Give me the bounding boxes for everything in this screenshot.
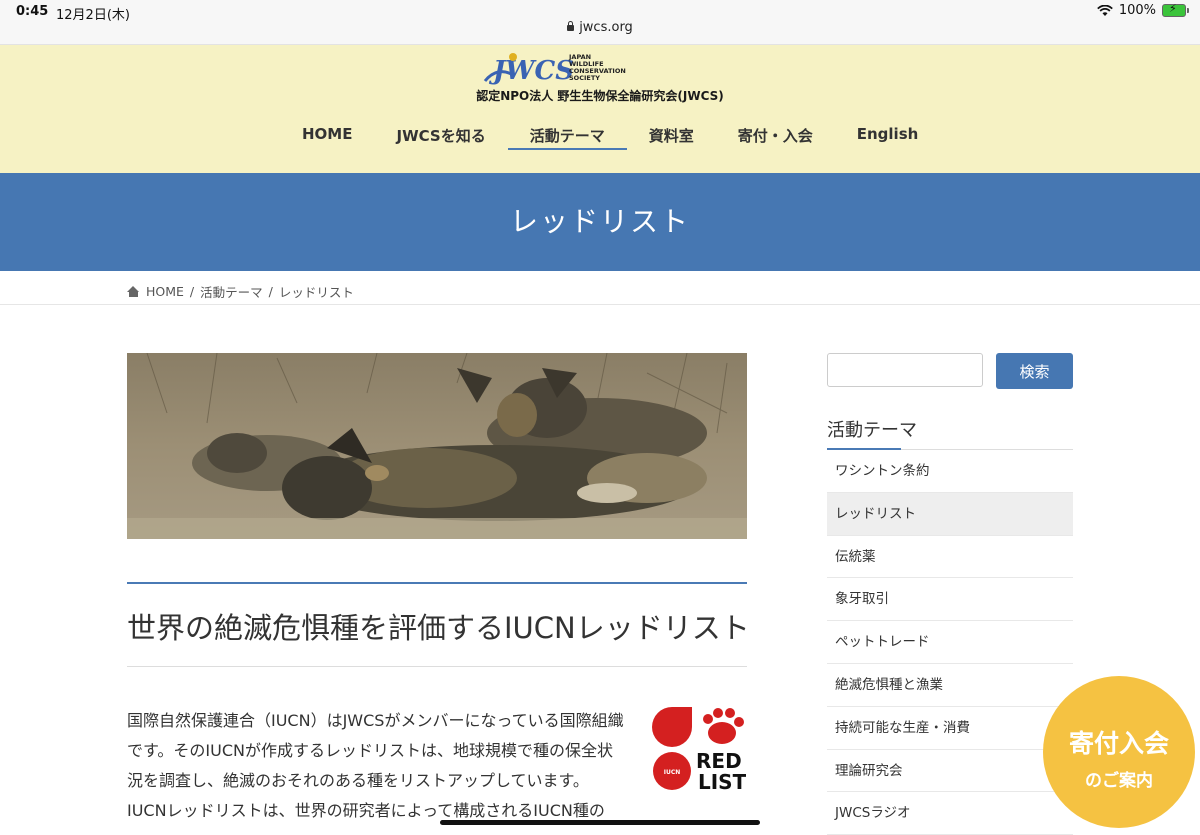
donate-line1: 寄付入会	[1068, 729, 1169, 758]
sidebar-menu: ワシントン条約 レッドリスト 伝統薬 象牙取引 ペットトレード 絶滅危惧種と漁業…	[827, 450, 1073, 835]
search-input[interactable]	[827, 353, 983, 387]
status-time: 0:45	[16, 4, 49, 19]
article-body: 国際自然保護連合（IUCN）はJWCSがメンバーになっている国際組織です。そのI…	[127, 711, 624, 820]
battery-percent: 100%	[1118, 3, 1156, 18]
svg-text:JWCS: JWCS	[488, 56, 574, 85]
breadcrumb: HOME / 活動テーマ / レッドリスト	[127, 282, 354, 301]
nav-about[interactable]: JWCSを知る	[374, 117, 507, 150]
svg-text:LIST: LIST	[698, 770, 746, 793]
org-name: 認定NPO法人 野生生物保全論研究会(JWCS)	[476, 89, 724, 103]
main-nav: HOME JWCSを知る 活動テーマ 資料室 寄付・入会 English	[280, 117, 940, 150]
nav-themes[interactable]: 活動テーマ	[507, 117, 627, 150]
search-button[interactable]: 検索	[996, 353, 1073, 389]
page-banner: レッドリスト	[0, 173, 1200, 271]
svg-text:IUCN: IUCN	[664, 769, 681, 776]
wifi-icon	[1096, 4, 1113, 16]
jwcs-logo[interactable]: JWCS JAPAN WILDLIFE CONSERVATION SOCIETY	[483, 51, 643, 85]
article-title: 世界の絶滅危惧種を評価するIUCNレッドリスト	[127, 611, 750, 645]
home-icon	[127, 286, 140, 297]
breadcrumb-separator: /	[189, 284, 195, 299]
breadcrumb-themes[interactable]: 活動テーマ	[200, 282, 263, 301]
home-indicator[interactable]	[440, 820, 760, 825]
sidebar-item-ivory[interactable]: 象牙取引	[827, 578, 1073, 622]
lock-icon	[567, 21, 575, 31]
donate-join-button[interactable]: 寄付入会 のご案内	[1043, 676, 1195, 828]
sidebar-item-theory[interactable]: 理論研究会	[827, 750, 1073, 793]
nav-home[interactable]: HOME	[280, 117, 374, 150]
status-bar: 0:45 12月2日(木) jwcs.org 100% ⚡	[0, 0, 1200, 45]
svg-text:SOCIETY: SOCIETY	[569, 74, 600, 82]
page-title: レッドリスト	[509, 205, 690, 238]
title-divider	[127, 666, 747, 667]
sidebar-item-traditional-medicine[interactable]: 伝統薬	[827, 536, 1073, 579]
url-text: jwcs.org	[579, 20, 633, 35]
site-header: JWCS JAPAN WILDLIFE CONSERVATION SOCIETY…	[0, 45, 1200, 173]
sidebar-item-redlist[interactable]: レッドリスト	[827, 492, 1073, 536]
nav-library[interactable]: 資料室	[627, 117, 716, 150]
address-bar[interactable]: jwcs.org	[0, 20, 1200, 35]
breadcrumb-separator: /	[268, 284, 273, 299]
breadcrumb-current: レッドリスト	[278, 285, 354, 300]
sidebar-item-fisheries[interactable]: 絶滅危惧種と漁業	[827, 664, 1073, 707]
iucn-red-list-logo[interactable]: IUCN RED LIST	[650, 705, 746, 793]
sidebar-item-radio[interactable]: JWCSラジオ	[827, 792, 1073, 835]
breadcrumb-home[interactable]: HOME	[146, 284, 184, 299]
sidebar-item-washington[interactable]: ワシントン条約	[827, 450, 1073, 493]
sidebar-item-sustainable[interactable]: 持続可能な生産・消費	[827, 707, 1073, 750]
sidebar-item-pet-trade[interactable]: ペットトレード	[827, 621, 1073, 664]
status-right: 100% ⚡	[1096, 2, 1189, 18]
battery-icon: ⚡	[1162, 2, 1189, 17]
title-rule	[127, 582, 747, 584]
donate-line2: のご案内	[1085, 771, 1153, 791]
sidebar-heading: 活動テーマ	[827, 420, 917, 441]
nav-donate-join[interactable]: 寄付・入会	[716, 117, 835, 150]
nav-english[interactable]: English	[835, 117, 941, 150]
breadcrumb-bar: HOME / 活動テーマ / レッドリスト	[0, 271, 1200, 305]
wild-dogs-photo	[127, 353, 747, 539]
